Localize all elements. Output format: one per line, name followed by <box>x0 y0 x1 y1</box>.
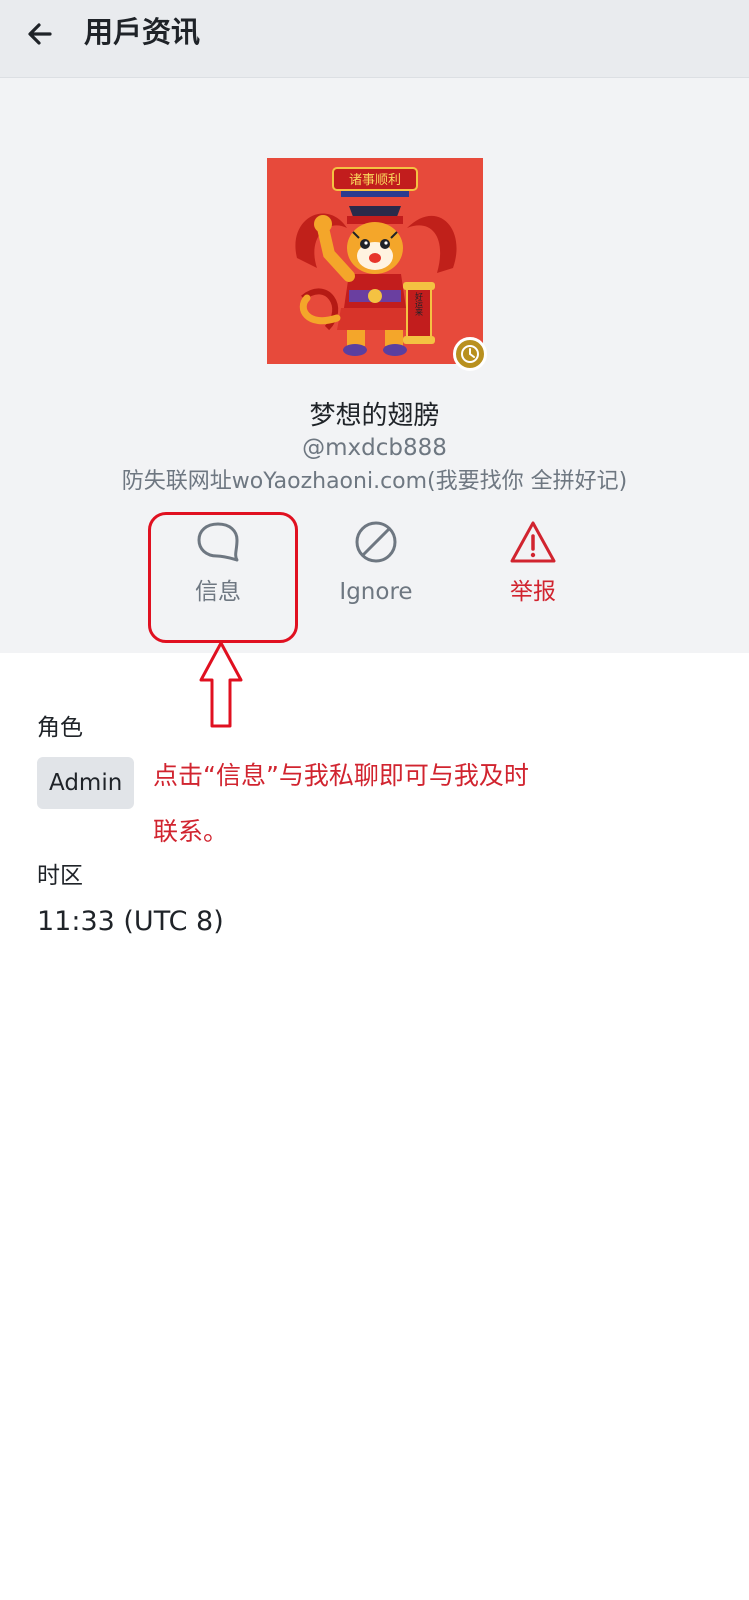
display-name: 梦想的翅膀 <box>309 401 440 431</box>
up-arrow-icon <box>199 641 243 728</box>
role-badge: Admin <box>37 757 135 809</box>
top-bar: 用戶资讯 <box>0 0 749 78</box>
avatar-scroll-text: 好运来 <box>415 291 424 317</box>
clock-icon <box>461 345 479 363</box>
highlight-box <box>148 512 298 643</box>
user-bio: 防失联网址woYaozhaoni.com(我要找你 全拼好记) <box>121 469 628 494</box>
status-badge <box>453 337 487 371</box>
arrow-left-icon <box>28 23 52 45</box>
timezone-label: 时区 <box>37 863 83 889</box>
back-button[interactable] <box>20 14 60 54</box>
page-title: 用戶资讯 <box>84 15 201 49</box>
avatar-banner-text: 诸事顺利 <box>349 173 401 188</box>
warning-triangle-icon <box>510 521 556 563</box>
report-button-label: 举报 <box>510 579 556 605</box>
annotation-note: 点击“信息”与我私聊即可与我及时联系。 <box>153 761 529 846</box>
ignore-button-label: Ignore <box>339 579 413 605</box>
profile-section: 诸事顺利 好运来 梦想的翅膀 @mxdcb888 防失联网址woYaozhaon… <box>0 78 749 653</box>
role-label: 角色 <box>37 715 83 741</box>
timezone-value: 11:33 (UTC 8) <box>37 906 224 937</box>
report-button[interactable]: 举报 <box>468 518 598 606</box>
username: @mxdcb888 <box>302 435 447 461</box>
ban-icon <box>355 521 397 563</box>
ignore-button[interactable]: Ignore <box>311 518 441 606</box>
avatar-container[interactable]: 诸事顺利 好运来 <box>267 158 487 371</box>
avatar: 诸事顺利 好运来 <box>267 158 483 364</box>
